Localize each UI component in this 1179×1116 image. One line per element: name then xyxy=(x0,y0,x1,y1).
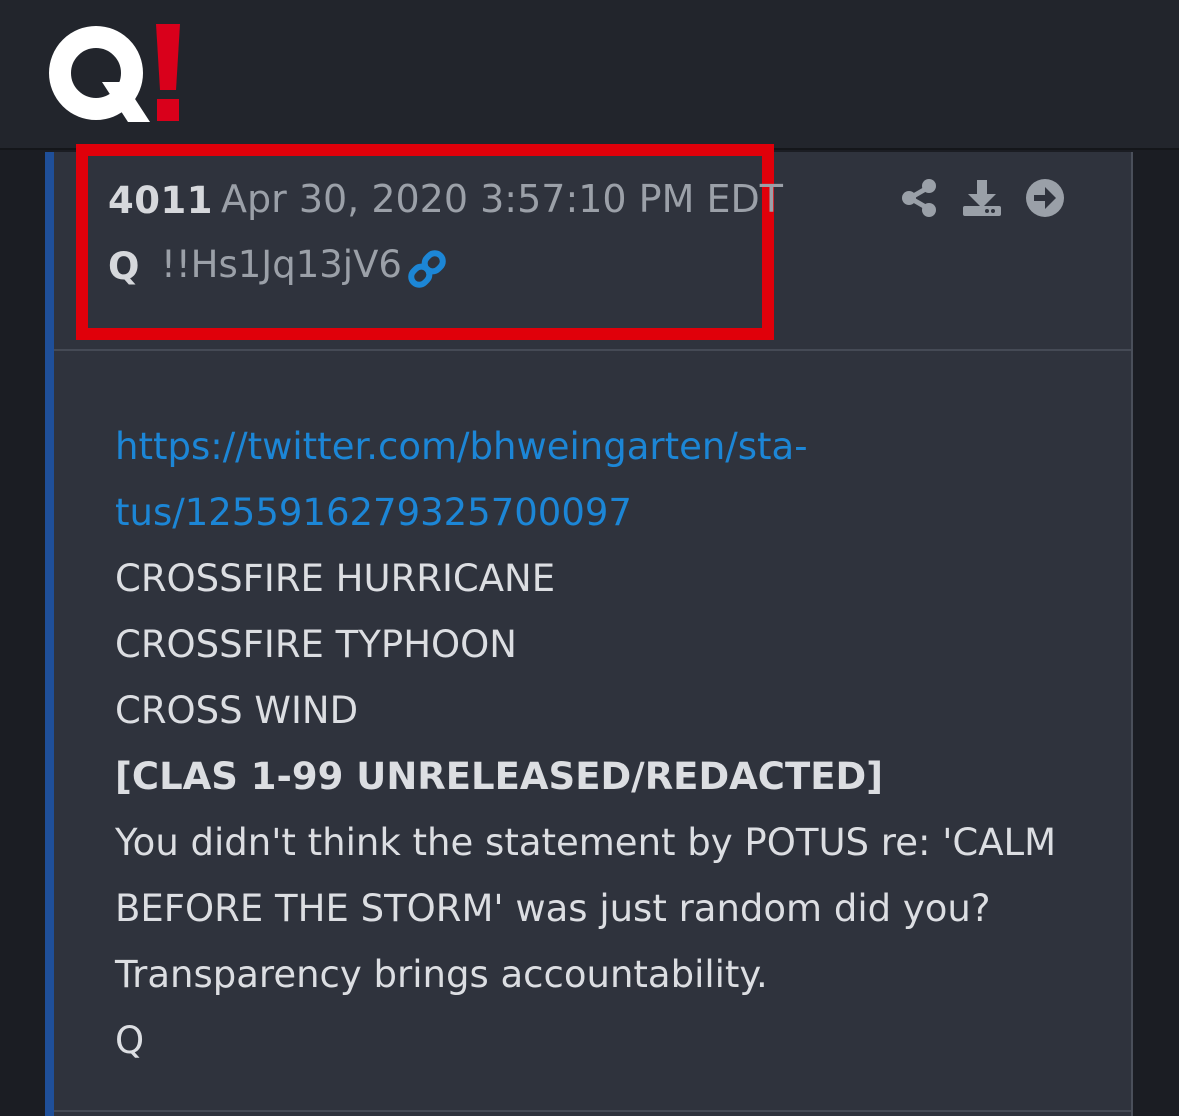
link-icon[interactable] xyxy=(406,248,448,290)
tweet-link-line-1[interactable]: https://twitter.com/bhweingarten/sta- xyxy=(115,414,1105,480)
qanon-logo[interactable] xyxy=(44,18,194,128)
post-signature: Q xyxy=(115,1019,145,1062)
post-accent-bar xyxy=(45,152,54,1116)
post-text-line: CROSSFIRE HURRICANE xyxy=(115,557,556,600)
post-number: 4011 xyxy=(108,179,213,222)
post-divider xyxy=(54,1110,1131,1112)
share-icon[interactable] xyxy=(900,178,940,218)
tweet-link-line-2[interactable]: tus/1255916279325700097 xyxy=(115,480,1105,546)
highlight-annotation xyxy=(76,144,774,340)
author-tripcode: !!Hs1Jq13jV6 xyxy=(161,243,402,286)
post-text-line: CROSS WIND xyxy=(115,689,359,732)
author-name: Q xyxy=(108,245,140,288)
post-text-line: Transparency brings accountability. xyxy=(115,953,768,996)
post-text-bold-line: [CLAS 1-99 UNRELEASED/REDACTED] xyxy=(115,755,884,798)
post-body: https://twitter.com/bhweingarten/sta- tu… xyxy=(115,414,1105,1074)
post-text-line: You didn't think the statement by POTUS … xyxy=(115,821,1057,864)
download-icon[interactable] xyxy=(962,178,1002,218)
top-bar xyxy=(0,0,1179,150)
arrow-circle-right-icon[interactable] xyxy=(1025,178,1065,218)
post-text-line: CROSSFIRE TYPHOON xyxy=(115,623,517,666)
post-timestamp: Apr 30, 2020 3:57:10 PM EDT xyxy=(221,177,783,221)
post-text-line: BEFORE THE STORM' was just random did yo… xyxy=(115,887,991,930)
post-card: 4011 Apr 30, 2020 3:57:10 PM EDT Q !!Hs1… xyxy=(54,144,1133,1116)
post-header: 4011 Apr 30, 2020 3:57:10 PM EDT Q !!Hs1… xyxy=(54,144,1131,351)
